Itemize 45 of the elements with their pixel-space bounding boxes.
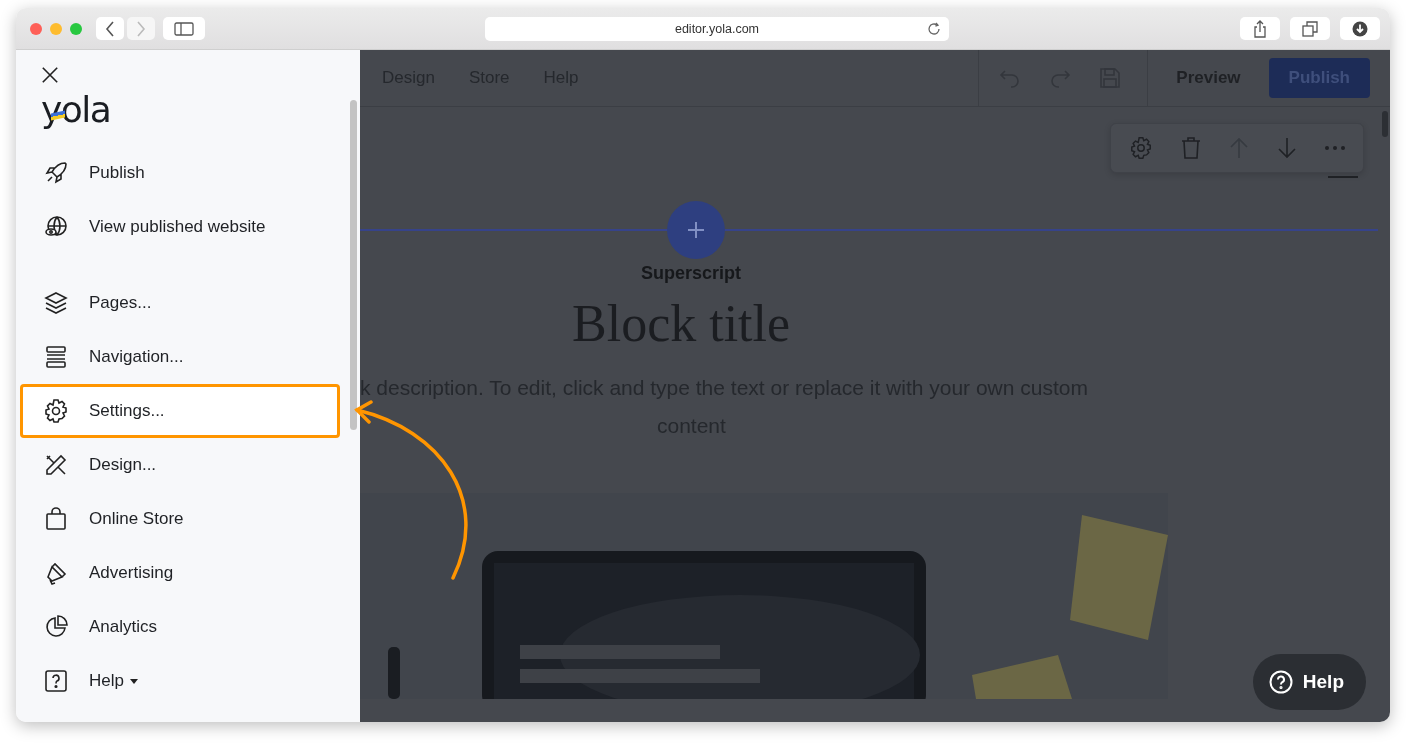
close-icon[interactable] [41,66,59,84]
sidebar-item[interactable]: Publish [20,146,340,200]
zoom-window-button[interactable] [70,22,82,35]
scrollbar[interactable] [1382,111,1388,137]
download-icon [1352,20,1368,37]
sidebar-item[interactable]: Help [20,654,340,708]
sidebar-toggle-button[interactable] [163,17,205,40]
gear-icon [43,398,69,424]
back-button[interactable] [96,17,124,40]
question-icon [1268,670,1293,694]
minimize-window-button[interactable] [50,22,62,35]
sidebar-item[interactable]: Design... [20,438,340,492]
help-icon [43,668,69,694]
download-button[interactable] [1340,17,1380,40]
help-button[interactable]: Help [1252,654,1366,710]
share-button[interactable] [1240,17,1280,40]
shopping-bag-icon [43,506,69,532]
pie-chart-icon [43,614,69,640]
more-icon[interactable] [1325,146,1345,150]
sidebar-item[interactable]: Navigation... [20,330,340,384]
close-window-button[interactable] [30,22,42,35]
rocket-icon [43,160,69,186]
sidebar-item[interactable]: Online Store [20,492,340,546]
list-icon [43,344,69,370]
sidebar-item[interactable]: Analytics [20,600,340,654]
layers-icon [43,290,69,316]
sidebar-item[interactable]: Settings... [20,384,340,438]
tabs-button[interactable] [1290,17,1330,40]
url-text: editor.yola.com [674,21,760,36]
settings-icon[interactable] [1129,136,1153,160]
chevron-left-icon [105,20,115,37]
plus-icon [686,220,706,240]
chevron-right-icon [136,20,146,37]
sidebar-item[interactable]: Pages... [20,276,340,330]
sidebar-item[interactable]: View published website [20,200,340,254]
scrollbar[interactable] [350,100,357,430]
sidebar-icon [174,21,194,36]
share-icon [1253,19,1267,38]
pencil-ruler-icon [43,452,69,478]
address-bar[interactable]: editor.yola.com [485,16,949,41]
down-arrow-icon[interactable] [1277,137,1297,159]
reload-icon[interactable] [927,21,941,36]
sidebar-item[interactable]: Advertising [20,546,340,600]
tabs-icon [1302,20,1318,37]
trash-icon[interactable] [1181,136,1201,160]
